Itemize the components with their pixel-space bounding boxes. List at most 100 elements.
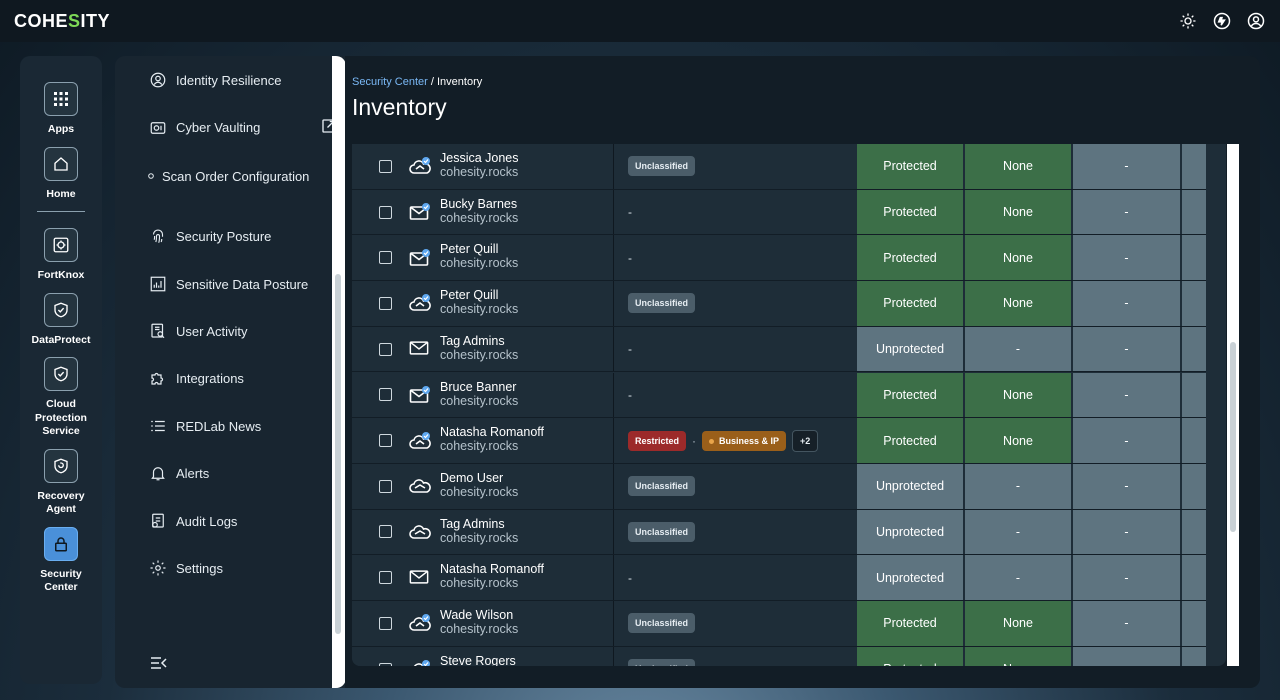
- name-cell: Jessica Jones cohesity.rocks: [352, 144, 612, 189]
- table-row[interactable]: Peter Quill cohesity.rocks - Protected N…: [352, 235, 1206, 282]
- user-name[interactable]: Bruce Banner: [440, 380, 516, 394]
- row-checkbox[interactable]: [379, 296, 392, 310]
- sidebar-item-scan-order-configuration[interactable]: Scan Order Configuration: [148, 166, 338, 186]
- row-checkbox[interactable]: [379, 159, 392, 173]
- row-checkbox[interactable]: [379, 525, 392, 539]
- sidebar-item-sensitive-data-posture[interactable]: Sensitive Data Posture: [148, 274, 338, 294]
- user-icon[interactable]: [1246, 11, 1266, 31]
- breadcrumb-separator: /: [427, 76, 437, 88]
- sidebar-item-security-posture[interactable]: Security Posture ›: [148, 226, 338, 246]
- protection-status-cell: Protected: [857, 189, 963, 235]
- shield-icon[interactable]: [44, 292, 78, 327]
- collapse-sidebar-icon[interactable]: [150, 655, 168, 671]
- table-row[interactable]: Bruce Banner cohesity.rocks - Protected …: [352, 372, 1206, 419]
- user-name[interactable]: Natasha Romanoff: [440, 425, 544, 439]
- sidebar-item-identity-resilience[interactable]: Identity Resilience: [148, 70, 338, 90]
- name-cell: Tag Admins cohesity.rocks: [352, 326, 612, 372]
- rail-item-apps[interactable]: Apps: [20, 82, 102, 137]
- name-cell: Bucky Barnes cohesity.rocks: [352, 189, 612, 235]
- risk-cell: None: [965, 601, 1071, 646]
- table-row[interactable]: Peter Quill cohesity.rocks Unclassified …: [352, 281, 1206, 327]
- user-domain: cohesity.rocks: [440, 576, 519, 591]
- user-name[interactable]: Bucky Barnes: [440, 197, 517, 211]
- table-row[interactable]: Tag Admins cohesity.rocks - Unprotected …: [352, 326, 1206, 373]
- table-row[interactable]: Natasha Romanoff cohesity.rocks - Unprot…: [352, 555, 1206, 601]
- sidebar-item-cyber-vaulting[interactable]: Cyber Vaulting: [148, 117, 338, 138]
- breadcrumb-security-center[interactable]: Security Center: [352, 76, 428, 88]
- row-checkbox[interactable]: [379, 251, 392, 265]
- row-checkbox[interactable]: [379, 479, 392, 493]
- sidebar-item-user-activity[interactable]: User Activity ›: [148, 321, 338, 341]
- table-scrollbar[interactable]: [1227, 144, 1239, 666]
- scrollbar-thumb[interactable]: [1230, 342, 1236, 532]
- sun-icon[interactable]: [1178, 11, 1198, 31]
- user-name[interactable]: Tag Admins: [440, 334, 505, 348]
- risk-cell: None: [965, 189, 1071, 235]
- rail-item-home[interactable]: Home: [20, 146, 102, 202]
- sidebar-item-audit-logs[interactable]: Audit Logs: [148, 511, 338, 531]
- shield-icon[interactable]: [44, 357, 78, 391]
- lock-icon[interactable]: [44, 526, 78, 561]
- classification-tag: Unclassified: [628, 613, 696, 634]
- sidebar-item-integrations[interactable]: Integrations: [148, 368, 338, 388]
- breadcrumb-current: Inventory: [436, 76, 483, 88]
- table-row[interactable]: Demo User cohesity.rocks Unclassified Un…: [352, 463, 1206, 510]
- more-tags-button[interactable]: +2: [792, 429, 819, 452]
- risk-cell: None: [965, 144, 1071, 189]
- extra-cell: [1073, 646, 1180, 666]
- row-checkbox[interactable]: [379, 662, 392, 666]
- user-name[interactable]: Wade Wilson: [440, 608, 513, 622]
- sidebar: Identity Resilience Cyber Vaulting Scan …: [115, 56, 346, 688]
- classification-cell: -: [613, 326, 856, 372]
- row-checkbox[interactable]: [379, 571, 392, 585]
- classification-tag: Unclassified: [628, 156, 696, 177]
- grid-icon[interactable]: [44, 82, 78, 116]
- row-checkbox[interactable]: [379, 434, 392, 448]
- user-name[interactable]: Peter Quill: [440, 242, 498, 256]
- table-row[interactable]: Wade Wilson cohesity.rocks Unclassified …: [352, 601, 1206, 647]
- cloud-mail-icon: [409, 293, 431, 313]
- user-name[interactable]: Natasha Romanoff: [440, 562, 544, 576]
- overflow-cell: [1182, 601, 1206, 646]
- rail-item-recovery-agent[interactable]: Recovery Agent: [20, 448, 102, 517]
- cohesity-logo[interactable]: COHESITY: [14, 11, 110, 32]
- user-name[interactable]: Steve Rogers: [440, 654, 516, 666]
- rail-item-dataprotect[interactable]: DataProtect: [20, 292, 102, 348]
- extra-cell: -: [1073, 281, 1180, 326]
- user-name[interactable]: Jessica Jones: [440, 151, 519, 165]
- table-row[interactable]: Natasha Romanoff cohesity.rocks Restrict…: [352, 418, 1206, 464]
- user-name[interactable]: Peter Quill: [440, 288, 498, 302]
- assistant-icon[interactable]: [1212, 11, 1232, 31]
- sidebar-item-alerts[interactable]: Alerts: [148, 463, 338, 483]
- home-icon[interactable]: [44, 146, 78, 181]
- cloud-mail-icon: [409, 659, 431, 666]
- rail-item-cloud-protection-service[interactable]: Cloud Protection Service: [20, 357, 102, 439]
- table-row[interactable]: Bucky Barnes cohesity.rocks - Protected …: [352, 189, 1206, 236]
- row-checkbox[interactable]: [379, 205, 392, 219]
- protection-status-cell: Unprotected: [857, 463, 963, 509]
- sidebar-item-redlab-news[interactable]: REDLab News: [148, 416, 338, 436]
- protection-status-cell: Protected: [857, 235, 963, 281]
- table-row[interactable]: Jessica Jones cohesity.rocks Unclassifie…: [352, 144, 1206, 190]
- risk-cell: None: [965, 281, 1071, 326]
- user-domain: cohesity.rocks: [440, 347, 519, 362]
- vault-icon[interactable]: [44, 228, 78, 262]
- row-checkbox[interactable]: [379, 342, 392, 356]
- rail-item-security-center[interactable]: Security Center: [20, 526, 102, 595]
- rail-item-fortknox[interactable]: FortKnox: [20, 228, 102, 283]
- user-name[interactable]: Tag Admins: [440, 517, 505, 531]
- user-name[interactable]: Demo User: [440, 471, 503, 485]
- classification-cell: Unclassified: [613, 646, 856, 666]
- row-checkbox[interactable]: [379, 616, 392, 630]
- row-checkbox[interactable]: [379, 388, 392, 402]
- user-domain: cohesity.rocks: [440, 484, 519, 499]
- recovery-shield-icon[interactable]: [44, 448, 78, 483]
- table-row[interactable]: Steve Rogers Unclassified Protected None: [352, 646, 1206, 666]
- restricted-tag: Restricted: [628, 430, 687, 451]
- sidebar-scrollbar[interactable]: [332, 56, 346, 688]
- sidebar-item-label: Sensitive Data Posture: [176, 276, 309, 292]
- table-row[interactable]: Tag Admins cohesity.rocks Unclassified U…: [352, 509, 1206, 556]
- extra-cell: -: [1073, 189, 1180, 235]
- sidebar-item-settings[interactable]: Settings ›: [148, 558, 338, 578]
- scrollbar-thumb[interactable]: [335, 274, 341, 634]
